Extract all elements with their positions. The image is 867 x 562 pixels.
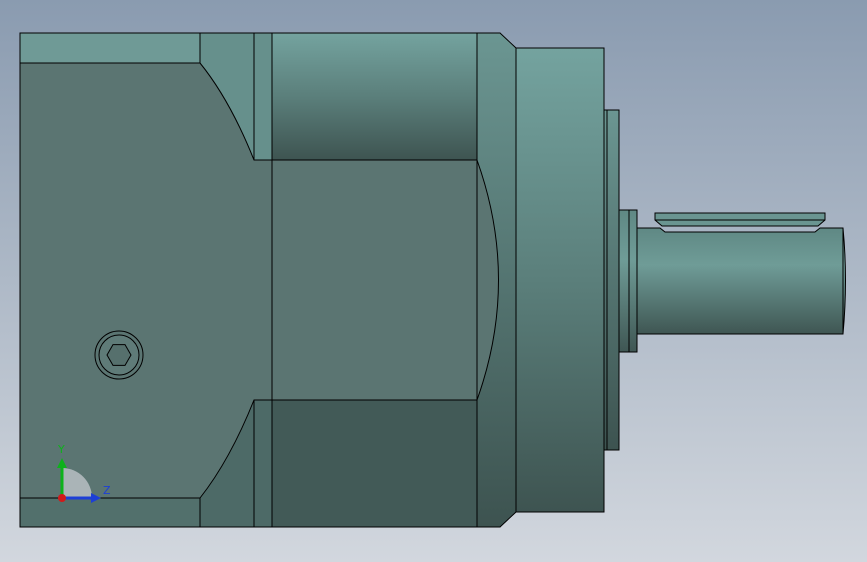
cad-viewport[interactable] (0, 0, 867, 562)
middle-face (271, 159, 478, 401)
triad-y-label: Y (58, 443, 65, 456)
shaft-shoulder (618, 209, 638, 353)
output-shaft (636, 227, 846, 335)
housing-top-strip (19, 32, 201, 64)
triad-z-label: Z (103, 484, 111, 497)
x-axis-dot-icon (58, 494, 66, 502)
socket-head-screw[interactable] (94, 330, 144, 380)
housing-bottom-strip (19, 497, 201, 528)
upper-flat-face (271, 32, 478, 161)
lower-flat-face (271, 399, 478, 528)
flange (515, 47, 605, 513)
pilot-ring (603, 109, 620, 451)
